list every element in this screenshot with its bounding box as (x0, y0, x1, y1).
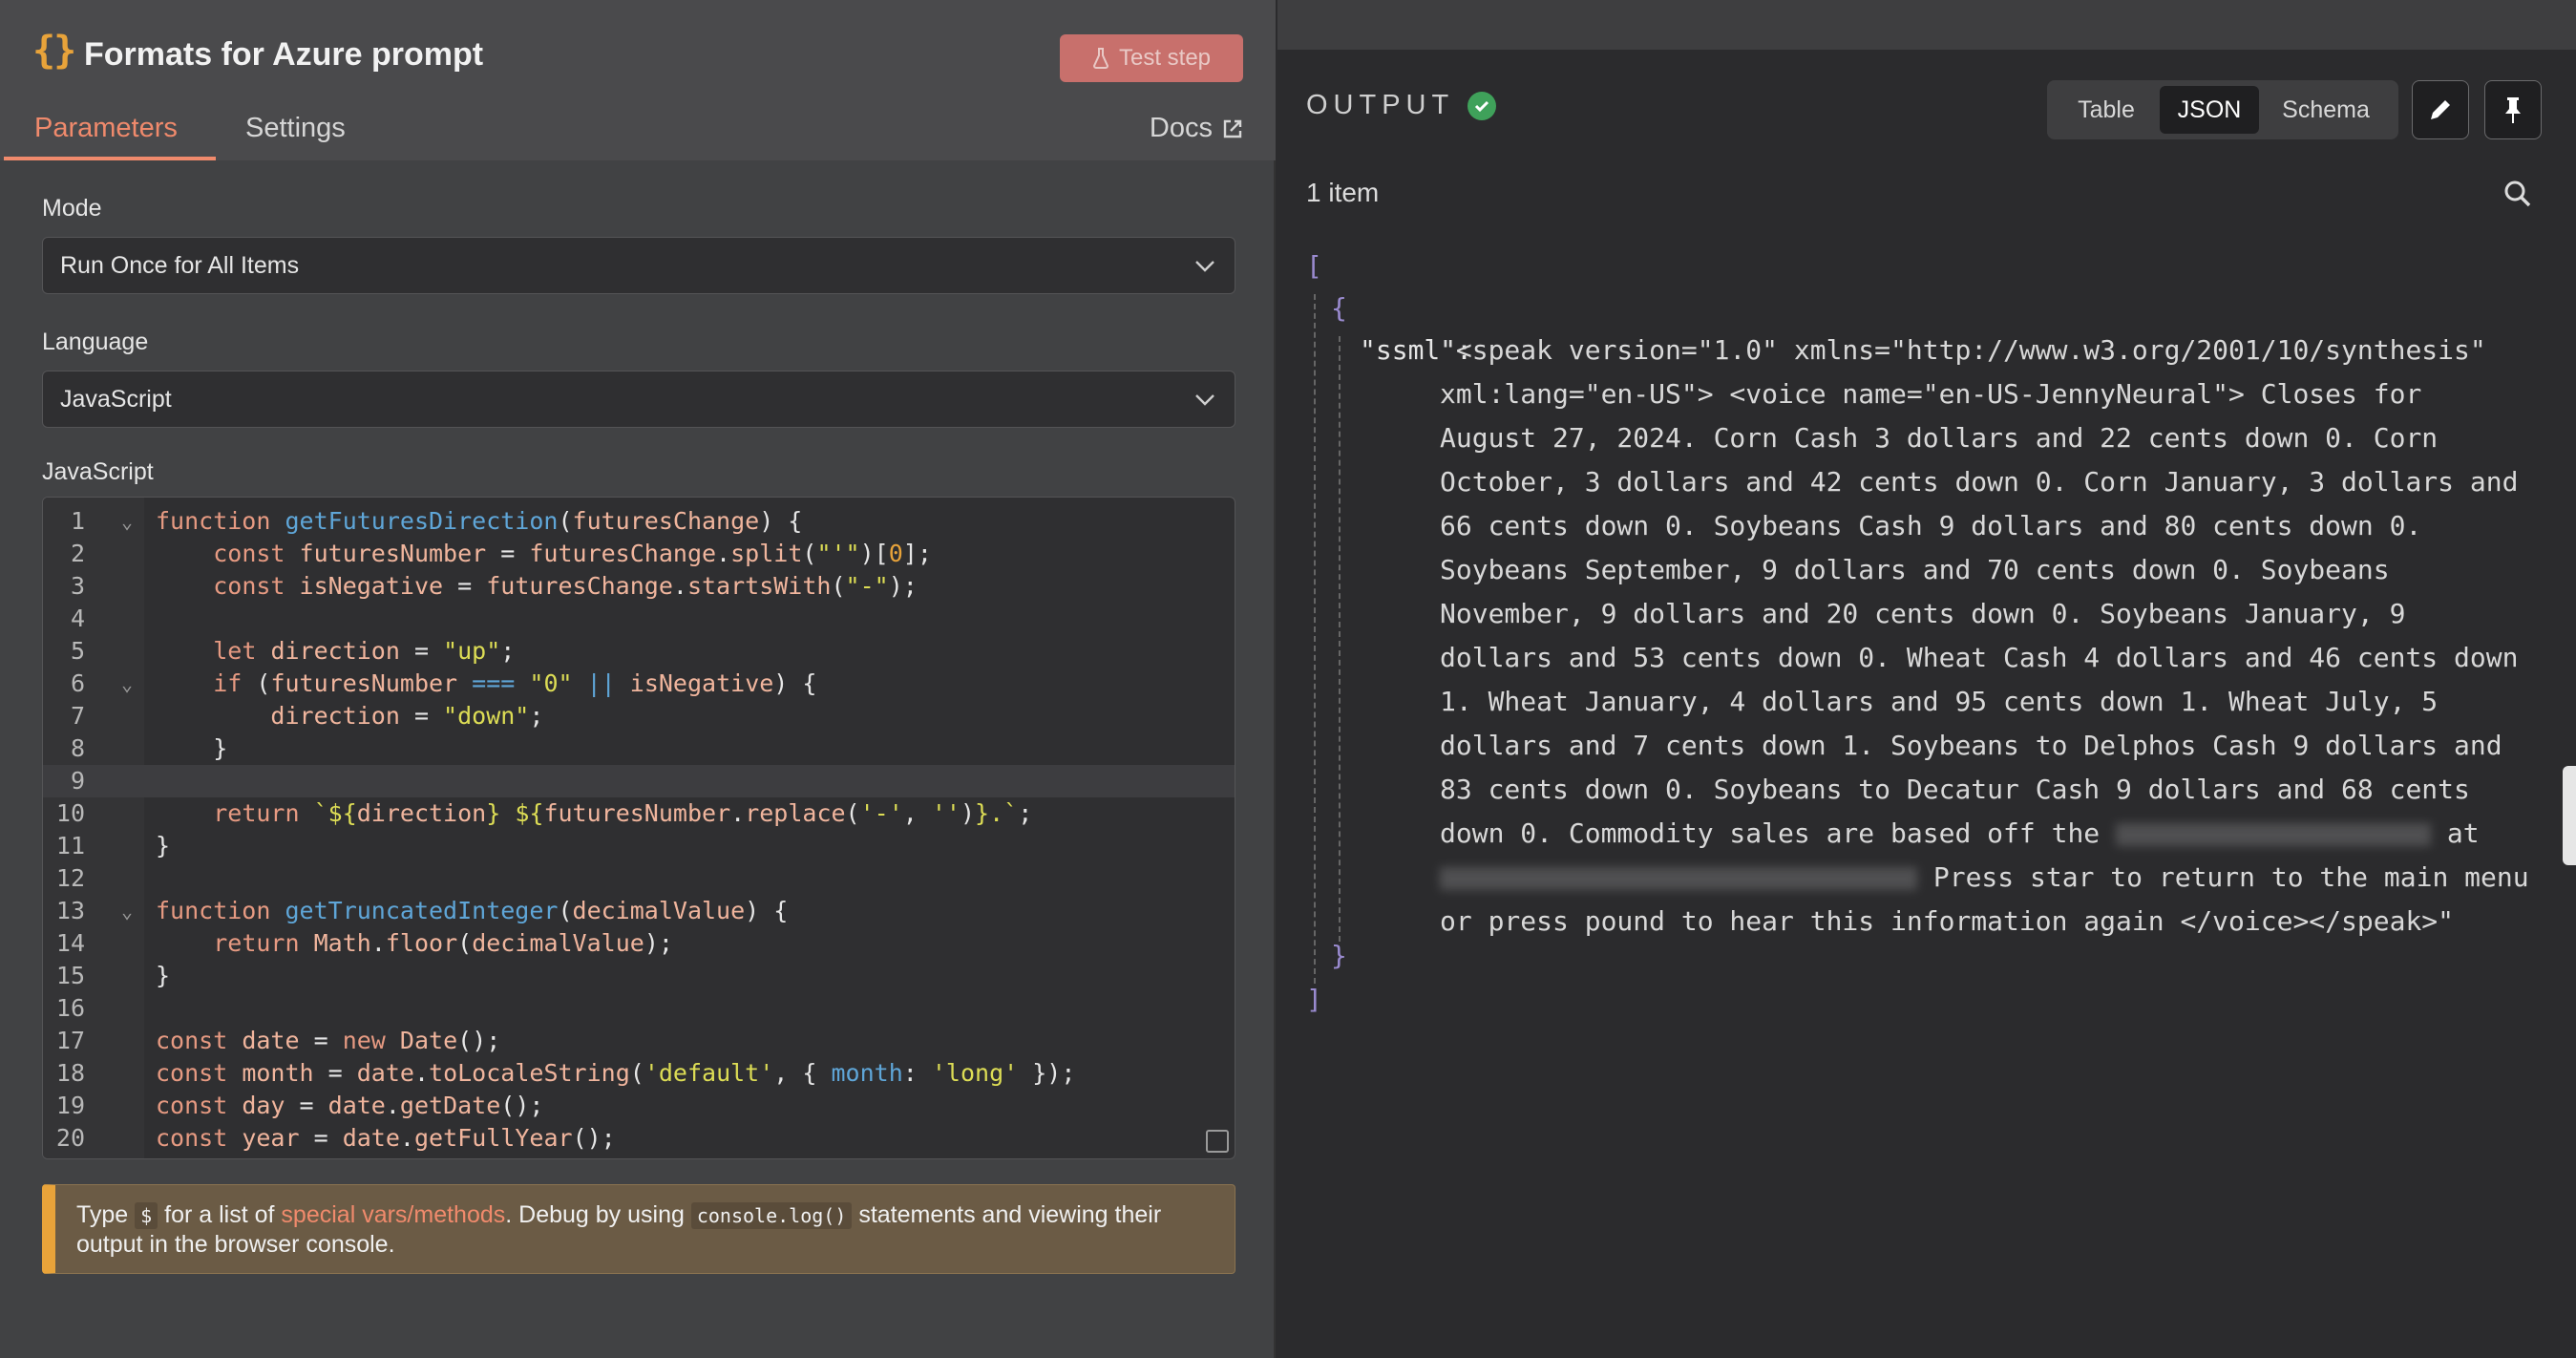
pencil-icon (2431, 100, 2450, 119)
output-label: OUTPUT (1306, 90, 1455, 120)
item-count: 1 item (1306, 178, 1380, 207)
language-select[interactable]: JavaScript (42, 371, 1235, 428)
mode-label: Mode (42, 195, 102, 222)
json-value-line: November, 9 dollars and 20 cents down 0.… (1440, 598, 2406, 629)
code-editor[interactable]: 1 ⌄ function getFuturesDirection(futuresCh… (42, 497, 1235, 1159)
language-value: JavaScript (60, 385, 172, 413)
node-header: {} Formats for Azure prompt Test step Pa… (0, 0, 1276, 160)
language-label: Language (42, 329, 149, 355)
docs-label: Docs (1149, 113, 1213, 143)
scrollbar-thumb[interactable] (2563, 766, 2576, 865)
docs-link[interactable]: Docs (1150, 113, 1243, 144)
code-line: 5 let direction = "up"; (70, 637, 516, 665)
success-check-icon (1467, 91, 1497, 120)
json-value-line: 66 cents down 0. Soybeans Cash 9 dollars… (1440, 510, 2422, 541)
tab-parameters[interactable]: Parameters (34, 113, 178, 144)
mode-value: Run Once for All Items (60, 251, 300, 279)
indent-guide (1339, 336, 1341, 942)
code-line: 16 (55, 994, 85, 1022)
flask-icon (1092, 48, 1109, 69)
json-value-text: at (2431, 817, 2480, 849)
json-value-line: or press pound to hear this information … (1440, 905, 2455, 937)
pin-icon (2505, 97, 2521, 123)
view-table-button[interactable]: Table (2053, 86, 2160, 134)
test-step-label: Test step (1118, 45, 1212, 71)
json-value-line: down 0. Commodity sales are based off th… (1440, 812, 2480, 856)
json-value-line: October, 3 dollars and 42 cents down 0. … (1440, 466, 2519, 498)
code-line: 12 (55, 864, 85, 892)
json-value-line: xml:lang="en-US"> <voice name="en-US-Jen… (1440, 378, 2422, 410)
code-line: 3 const isNegative = futuresChange.start… (70, 572, 918, 600)
json-object-open: { (1331, 292, 1347, 324)
hint-code-dollar: $ (135, 1202, 158, 1229)
code-line: 20 const year = date.getFullYear(); (55, 1124, 616, 1152)
json-value-text: Press star to return to the main menu (1917, 861, 2529, 893)
tab-settings[interactable]: Settings (245, 113, 346, 144)
json-value-line: dollars and 7 cents down 1. Soybeans to … (1440, 730, 2502, 761)
edit-output-button[interactable] (2412, 80, 2469, 139)
code-line: 18 const month = date.toLocaleString('def… (55, 1059, 1076, 1087)
json-value-line: Press star to return to the main menu (1440, 856, 2529, 900)
json-value-line: August 27, 2024. Corn Cash 3 dollars and… (1440, 422, 2439, 454)
braces-icon: {} (32, 29, 76, 73)
hint-text: . Debug by using (505, 1201, 691, 1228)
chevron-down-icon (1195, 261, 1214, 272)
search-icon[interactable] (2503, 180, 2532, 208)
code-line: 2 const futuresNumber = futuresChange.sp… (70, 540, 932, 567)
hint-code-console-log: console.log() (690, 1202, 853, 1229)
redacted-text (1440, 867, 1917, 890)
json-value-text: down 0. Commodity sales are based off th… (1440, 817, 2101, 849)
json-value-line: "<speak version="1.0" xmlns="http://www.… (1440, 334, 2486, 366)
expand-editor-icon[interactable] (1206, 1130, 1229, 1153)
hint-text: Type (76, 1201, 136, 1228)
code-line: 10 return `${direction} ${futuresNumber.… (55, 799, 1033, 827)
json-value-line: Soybeans September, 9 dollars and 70 cen… (1440, 554, 2390, 585)
json-object-close: } (1331, 940, 1347, 971)
active-tab-indicator (4, 157, 216, 160)
output-title: OUTPUT (1306, 90, 1497, 121)
code-label: JavaScript (42, 458, 154, 485)
code-line: 11} (55, 832, 171, 859)
code-line-active: 9 (43, 765, 1235, 797)
panel-tabs: Parameters Settings Docs (0, 95, 1276, 160)
indent-guide (1314, 294, 1316, 984)
pin-data-button[interactable] (2484, 80, 2542, 139)
json-array-close: ] (1306, 984, 1322, 1015)
code-line: 4 (70, 605, 85, 632)
hint-text: for a list of (158, 1201, 282, 1228)
view-json-button[interactable]: JSON (2160, 86, 2259, 134)
json-value-line: dollars and 53 cents down 0. Wheat Cash … (1440, 642, 2519, 673)
code-line: 8 } (70, 734, 228, 762)
code-line: 14 return Math.floor(decimalValue); (55, 929, 673, 957)
chevron-down-icon (1195, 394, 1214, 406)
code-line: 7 direction = "down"; (70, 702, 544, 730)
code-line: 13 ⌄ function getTruncatedInteger(decimalV… (55, 897, 789, 924)
external-link-icon (1223, 119, 1242, 138)
output-panel: OUTPUT Table JSON Schema 1 item [ { "ssm… (1277, 50, 2576, 1358)
mode-select[interactable]: Run Once for All Items (42, 237, 1235, 294)
json-value-line: 83 cents down 0. Soybeans to Decatur Cas… (1440, 774, 2470, 805)
redacted-text (2116, 823, 2432, 846)
special-vars-link[interactable]: special vars/methods (281, 1201, 505, 1228)
hint-callout: Type $ for a list of special vars/method… (42, 1184, 1235, 1274)
node-parameters-panel: {} Formats for Azure prompt Test step Pa… (0, 0, 1276, 1358)
json-value-line: 1. Wheat January, 4 dollars and 95 cents… (1440, 686, 2439, 717)
json-array-open: [ (1306, 250, 1322, 282)
node-title: Formats for Azure prompt (84, 36, 484, 73)
code-line: 15} (55, 962, 171, 989)
canvas-strip (1277, 0, 2576, 50)
view-schema-button[interactable]: Schema (2259, 86, 2393, 134)
code-line: 6 ⌄ if (futuresNumber === "0" || isNegati… (70, 669, 817, 697)
code-line: 19 const day = date.getDate(); (55, 1092, 544, 1119)
code-line: 17 const date = new Date(); (55, 1027, 501, 1054)
view-mode-toggle: Table JSON Schema (2047, 80, 2398, 139)
test-step-button[interactable]: Test step (1060, 34, 1243, 82)
code-line: 1 ⌄ function getFuturesDirection(futuresCh… (70, 507, 803, 535)
